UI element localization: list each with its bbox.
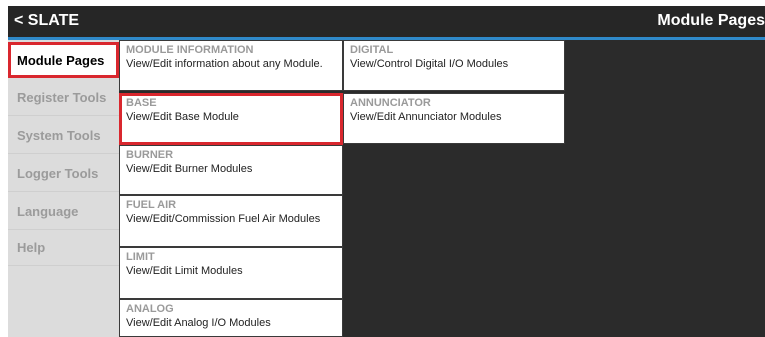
app-window: < SLATE Module Pages Module Pages Regist… [8, 6, 765, 337]
tile-heading: BASE [126, 97, 157, 109]
sidebar-item-register-tools[interactable]: Register Tools [8, 80, 119, 116]
sidebar-item-language[interactable]: Language [8, 194, 119, 230]
limit-tile[interactable]: LIMIT View/Edit Limit Modules [119, 247, 343, 299]
fuel-air-tile[interactable]: FUEL AIR View/Edit/Commission Fuel Air M… [119, 195, 343, 247]
analog-tile[interactable]: ANALOG View/Edit Analog I/O Modules [119, 299, 343, 337]
tile-description: View/Edit Limit Modules [126, 265, 243, 277]
tile-description: View/Edit Annunciator Modules [350, 111, 502, 123]
sidebar-item-logger-tools[interactable]: Logger Tools [8, 156, 119, 192]
module-information-tile[interactable]: MODULE INFORMATION View/Edit information… [119, 40, 343, 91]
tile-heading: LIMIT [126, 251, 155, 263]
page-title: Module Pages [657, 12, 765, 29]
tile-description: View/Edit Analog I/O Modules [126, 317, 271, 329]
top-bar: < SLATE Module Pages [8, 6, 765, 37]
module-tiles: MODULE INFORMATION View/Edit information… [119, 40, 573, 337]
tile-heading: ANNUNCIATOR [350, 97, 431, 109]
tile-description: View/Edit information about any Module. [126, 58, 323, 70]
back-button[interactable]: < SLATE [14, 12, 79, 30]
digital-tile[interactable]: DIGITAL View/Control Digital I/O Modules [343, 40, 565, 91]
tile-heading: MODULE INFORMATION [126, 44, 254, 56]
tile-heading: FUEL AIR [126, 199, 177, 211]
sidebar: Module Pages Register Tools System Tools… [8, 40, 119, 337]
tile-description: View/Edit Burner Modules [126, 163, 253, 175]
burner-tile[interactable]: BURNER View/Edit Burner Modules [119, 145, 343, 195]
tile-heading: ANALOG [126, 303, 174, 315]
tile-description: View/Control Digital I/O Modules [350, 58, 509, 70]
base-tile[interactable]: BASE View/Edit Base Module [119, 93, 343, 145]
tile-description: View/Edit/Commission Fuel Air Modules [126, 213, 321, 225]
sidebar-item-help[interactable]: Help [8, 230, 119, 266]
tile-heading: BURNER [126, 149, 174, 161]
annunciator-tile[interactable]: ANNUNCIATOR View/Edit Annunciator Module… [343, 93, 565, 144]
tile-heading: DIGITAL [350, 44, 394, 56]
sidebar-item-module-pages[interactable]: Module Pages [8, 42, 119, 78]
tile-description: View/Edit Base Module [126, 111, 239, 123]
sidebar-item-system-tools[interactable]: System Tools [8, 118, 119, 154]
